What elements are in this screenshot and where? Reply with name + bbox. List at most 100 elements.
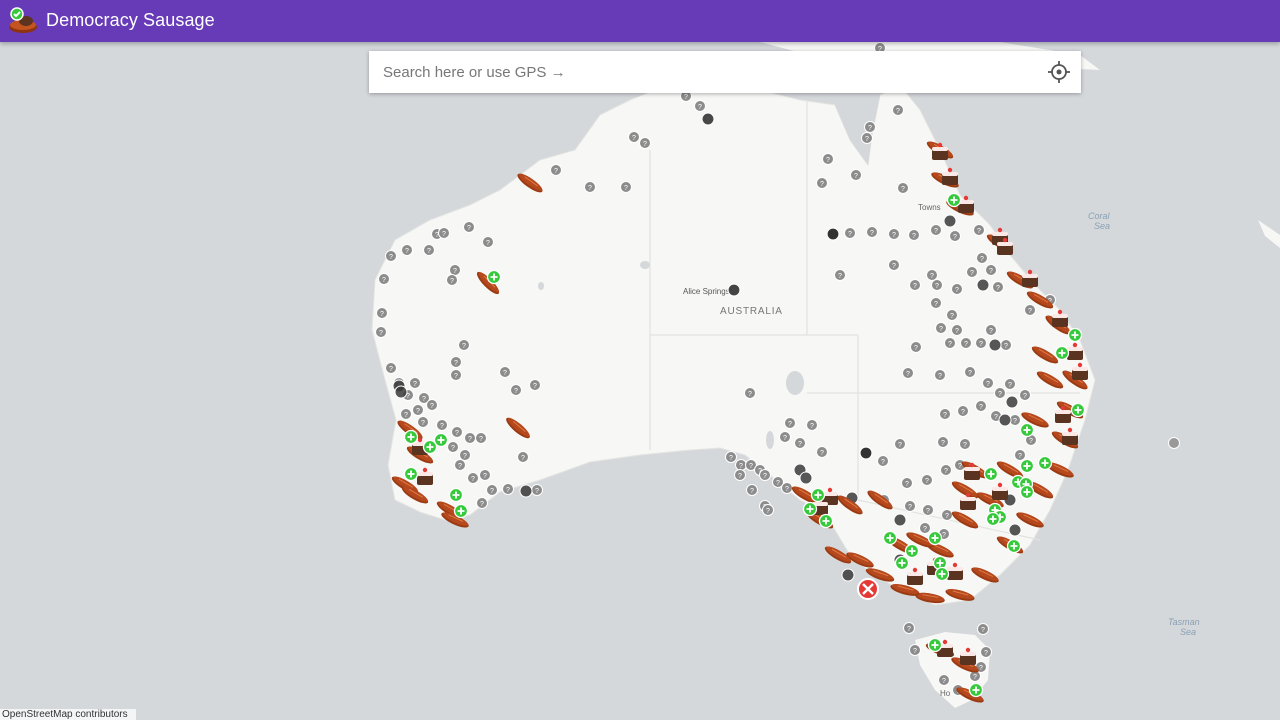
- plus-badge-icon[interactable]: [927, 637, 943, 653]
- unknown-stall-marker[interactable]: ?: [454, 459, 466, 471]
- unknown-stall-marker[interactable]: ?: [980, 646, 992, 658]
- plus-badge-icon[interactable]: [968, 682, 984, 698]
- unknown-stall-marker[interactable]: ?: [919, 522, 931, 534]
- unknown-stall-marker[interactable]: ?: [479, 469, 491, 481]
- cluster-marker[interactable]: [701, 112, 715, 126]
- unknown-stall-marker[interactable]: ?: [904, 500, 916, 512]
- unknown-stall-marker[interactable]: ?: [584, 181, 596, 193]
- unknown-stall-marker[interactable]: ?: [894, 438, 906, 450]
- unknown-stall-marker[interactable]: ?: [908, 229, 920, 241]
- plus-badge-icon[interactable]: [927, 530, 943, 546]
- unknown-stall-marker[interactable]: ?: [628, 131, 640, 143]
- search-input[interactable]: [369, 51, 1029, 93]
- unknown-stall-marker[interactable]: ?: [1004, 378, 1016, 390]
- plus-badge-icon[interactable]: [433, 432, 449, 448]
- unknown-stall-marker[interactable]: ?: [794, 437, 806, 449]
- plus-badge-icon[interactable]: [983, 466, 999, 482]
- cluster-marker[interactable]: [841, 568, 855, 582]
- unknown-stall-marker[interactable]: ?: [973, 224, 985, 236]
- plus-badge-icon[interactable]: [1006, 538, 1022, 554]
- unknown-stall-marker[interactable]: ?: [450, 356, 462, 368]
- unknown-stall-marker[interactable]: ?: [762, 504, 774, 516]
- plus-badge-icon[interactable]: [403, 466, 419, 482]
- unknown-stall-marker[interactable]: ?: [909, 644, 921, 656]
- cluster-marker[interactable]: [893, 513, 907, 527]
- unknown-stall-marker[interactable]: ?: [450, 369, 462, 381]
- unknown-stall-marker[interactable]: ?: [822, 153, 834, 165]
- unknown-stall-marker[interactable]: ?: [938, 674, 950, 686]
- unknown-stall-marker[interactable]: ?: [735, 459, 747, 471]
- plus-badge-icon[interactable]: [802, 501, 818, 517]
- unknown-stall-marker[interactable]: ?: [930, 224, 942, 236]
- unknown-stall-marker[interactable]: ?: [463, 221, 475, 233]
- unknown-stall-marker[interactable]: ?: [992, 281, 1004, 293]
- plus-badge-icon[interactable]: [1019, 458, 1035, 474]
- unknown-stall-marker[interactable]: ?: [517, 451, 529, 463]
- cluster-marker[interactable]: [1005, 395, 1019, 409]
- unknown-stall-marker[interactable]: ?: [937, 436, 949, 448]
- unknown-stall-marker[interactable]: ?: [850, 169, 862, 181]
- gps-crosshair-icon[interactable]: [1047, 60, 1071, 84]
- unknown-stall-marker[interactable]: ?: [877, 455, 889, 467]
- plus-badge-icon[interactable]: [810, 487, 826, 503]
- unknown-stall-marker[interactable]: ?: [934, 369, 946, 381]
- unknown-stall-marker[interactable]: ?: [1000, 339, 1012, 351]
- plus-badge-icon[interactable]: [1054, 345, 1070, 361]
- cluster-marker[interactable]: [799, 471, 813, 485]
- plus-badge-icon[interactable]: [946, 192, 962, 208]
- cluster-marker[interactable]: [1008, 523, 1022, 537]
- unknown-stall-marker[interactable]: ?: [412, 404, 424, 416]
- unknown-stall-marker[interactable]: ?: [966, 266, 978, 278]
- unknown-stall-marker[interactable]: ?: [375, 326, 387, 338]
- unknown-stall-marker[interactable]: ?: [941, 509, 953, 521]
- unknown-stall-marker[interactable]: ?: [784, 417, 796, 429]
- unknown-stall-marker[interactable]: ?: [975, 400, 987, 412]
- unknown-stall-marker[interactable]: ?: [930, 297, 942, 309]
- red-cross-marker[interactable]: [857, 578, 879, 600]
- plus-badge-icon[interactable]: [453, 503, 469, 519]
- plus-badge-icon[interactable]: [894, 555, 910, 571]
- unknown-stall-marker[interactable]: ?: [486, 484, 498, 496]
- unknown-stall-marker[interactable]: ?: [975, 337, 987, 349]
- plus-badge-icon[interactable]: [1019, 422, 1035, 438]
- unknown-stall-marker[interactable]: ?: [1019, 389, 1031, 401]
- unknown-stall-marker[interactable]: ?: [816, 177, 828, 189]
- unknown-stall-marker[interactable]: ?: [459, 449, 471, 461]
- unknown-stall-marker[interactable]: ?: [734, 469, 746, 481]
- unknown-stall-marker[interactable]: ?: [939, 408, 951, 420]
- unknown-stall-marker[interactable]: ?: [378, 273, 390, 285]
- plus-badge-icon[interactable]: [904, 543, 920, 559]
- unknown-stall-marker[interactable]: ?: [960, 337, 972, 349]
- unknown-stall-marker[interactable]: ?: [922, 504, 934, 516]
- unknown-stall-marker[interactable]: ?: [861, 132, 873, 144]
- unknown-stall-marker[interactable]: ?: [949, 230, 961, 242]
- unknown-stall-marker[interactable]: ?: [725, 451, 737, 463]
- unknown-stall-marker[interactable]: ?: [499, 366, 511, 378]
- unknown-stall-marker[interactable]: ?: [902, 367, 914, 379]
- unknown-stall-marker[interactable]: ?: [401, 244, 413, 256]
- unknown-stall-marker[interactable]: ?: [529, 379, 541, 391]
- unknown-stall-marker[interactable]: ?: [502, 483, 514, 495]
- unknown-stall-marker[interactable]: ?: [944, 337, 956, 349]
- unknown-stall-marker[interactable]: ?: [864, 121, 876, 133]
- unknown-stall-marker[interactable]: ?: [423, 244, 435, 256]
- unknown-stall-marker[interactable]: ?: [901, 477, 913, 489]
- unknown-stall-marker[interactable]: ?: [436, 419, 448, 431]
- unknown-stall-marker[interactable]: ?: [806, 419, 818, 431]
- unknown-stall-marker[interactable]: ?: [921, 474, 933, 486]
- unknown-stall-marker[interactable]: ?: [438, 227, 450, 239]
- unknown-stall-marker[interactable]: ?: [482, 236, 494, 248]
- unknown-stall-marker[interactable]: ?: [888, 228, 900, 240]
- map-attribution[interactable]: OpenStreetMap contributors: [0, 709, 136, 720]
- cluster-marker[interactable]: [976, 278, 990, 292]
- unknown-stall-marker[interactable]: ?: [744, 387, 756, 399]
- cluster-marker[interactable]: [519, 484, 533, 498]
- unknown-stall-marker[interactable]: ?: [985, 264, 997, 276]
- unknown-stall-marker[interactable]: ?: [897, 182, 909, 194]
- unknown-stall-marker[interactable]: ?: [844, 227, 856, 239]
- unknown-stall-marker[interactable]: ?: [903, 622, 915, 634]
- unknown-stall-marker[interactable]: ?: [639, 137, 651, 149]
- unknown-stall-marker[interactable]: ?: [385, 362, 397, 374]
- unknown-stall-marker[interactable]: ?: [985, 324, 997, 336]
- unknown-stall-marker[interactable]: ?: [400, 408, 412, 420]
